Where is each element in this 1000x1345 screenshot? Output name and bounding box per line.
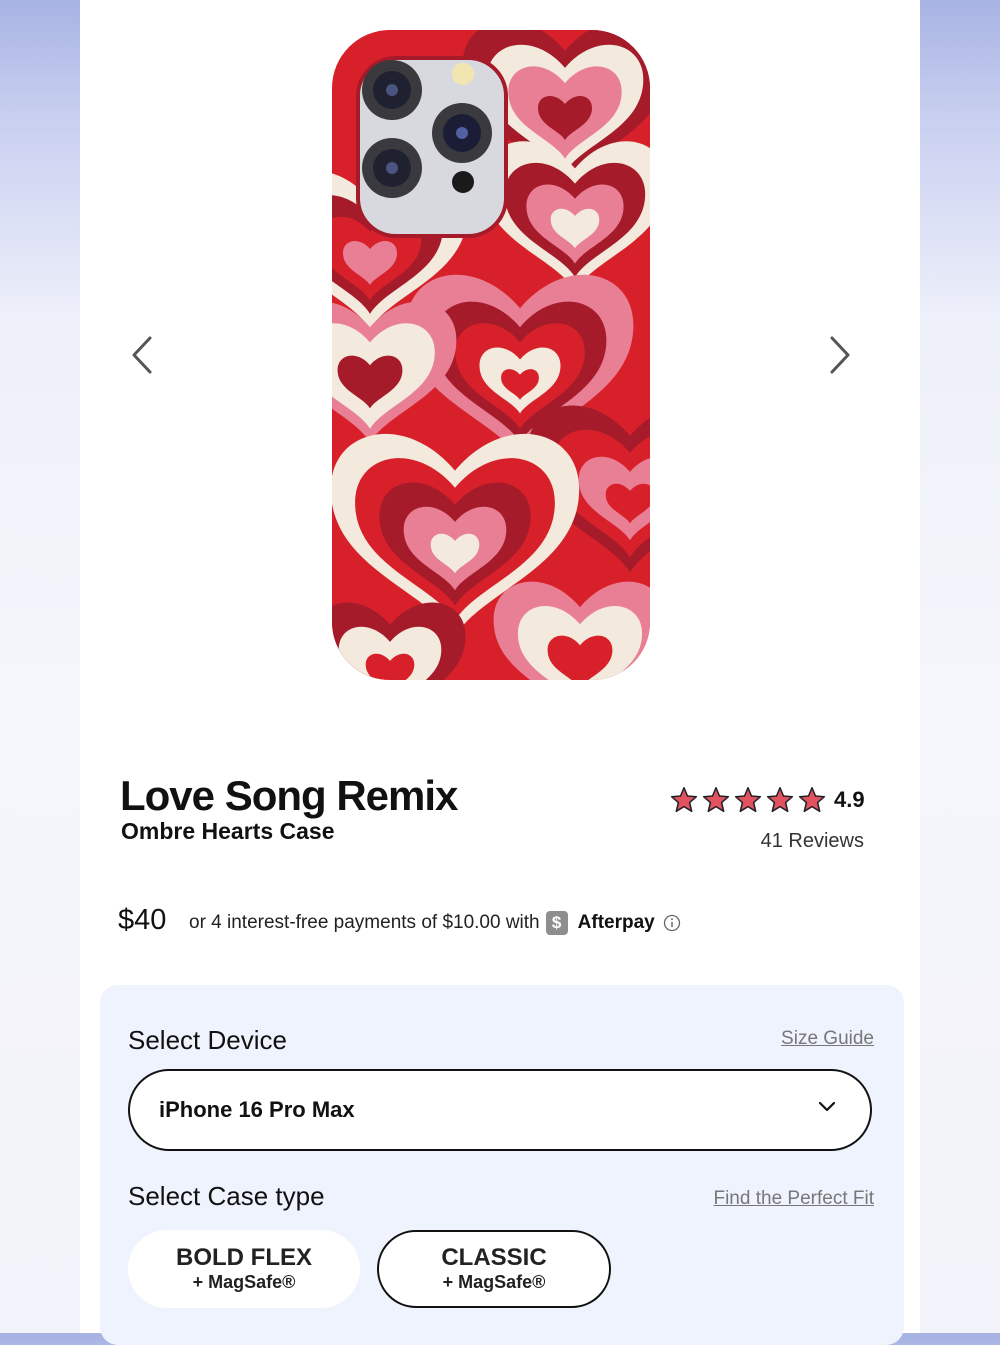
product-image — [330, 28, 652, 682]
chevron-down-icon — [818, 1101, 836, 1112]
info-icon[interactable] — [663, 914, 681, 932]
star-icon — [766, 786, 794, 813]
afterpay-logo: $ — [545, 911, 568, 935]
case-type-classic-button[interactable]: CLASSIC + MagSafe® — [377, 1230, 611, 1308]
case-type-sub: + MagSafe® — [442, 1272, 546, 1292]
carousel-prev-button[interactable] — [122, 330, 162, 380]
find-perfect-fit-link[interactable]: Find the Perfect Fit — [620, 1188, 874, 1210]
case-type-sub: + MagSafe® — [192, 1272, 296, 1292]
star-icon — [702, 786, 730, 813]
afterpay-installment: or 4 interest-free payments of $10.00 wi… — [189, 911, 681, 935]
afterpay-name: Afterpay — [577, 912, 655, 933]
case-type-bold-flex-button[interactable]: BOLD FLEX + MagSafe® — [128, 1230, 360, 1308]
star-icon — [670, 786, 698, 813]
product-price: $40 — [118, 904, 167, 936]
select-case-type-label: Select Case type — [128, 1181, 325, 1211]
star-icon — [734, 786, 762, 813]
rating-value: 4.9 — [834, 787, 865, 812]
device-select[interactable]: iPhone 16 Pro Max — [128, 1069, 872, 1151]
chevron-left-icon — [132, 336, 152, 374]
product-title: Love Song Remix — [120, 772, 458, 819]
product-options-panel: Select Device Size Guide iPhone 16 Pro M… — [100, 985, 904, 1345]
size-guide-link[interactable]: Size Guide — [700, 1028, 874, 1050]
rating-summary[interactable]: 4.9 — [670, 786, 865, 814]
product-image-carousel — [80, 0, 920, 740]
reviews-link[interactable]: 41 Reviews — [680, 830, 864, 853]
carousel-next-button[interactable] — [820, 330, 860, 380]
product-subtitle: Ombre Hearts Case — [121, 818, 335, 844]
case-type-name: CLASSIC — [441, 1244, 547, 1271]
device-select-value: iPhone 16 Pro Max — [159, 1097, 355, 1122]
chevron-right-icon — [830, 336, 850, 374]
star-icon — [798, 786, 826, 813]
case-type-name: BOLD FLEX — [176, 1244, 312, 1271]
installment-text: or 4 interest-free payments of $10.00 wi… — [189, 912, 540, 933]
select-device-label: Select Device — [128, 1025, 287, 1055]
product-page: Love Song Remix Ombre Hearts Case 4.9 41… — [80, 0, 920, 1345]
